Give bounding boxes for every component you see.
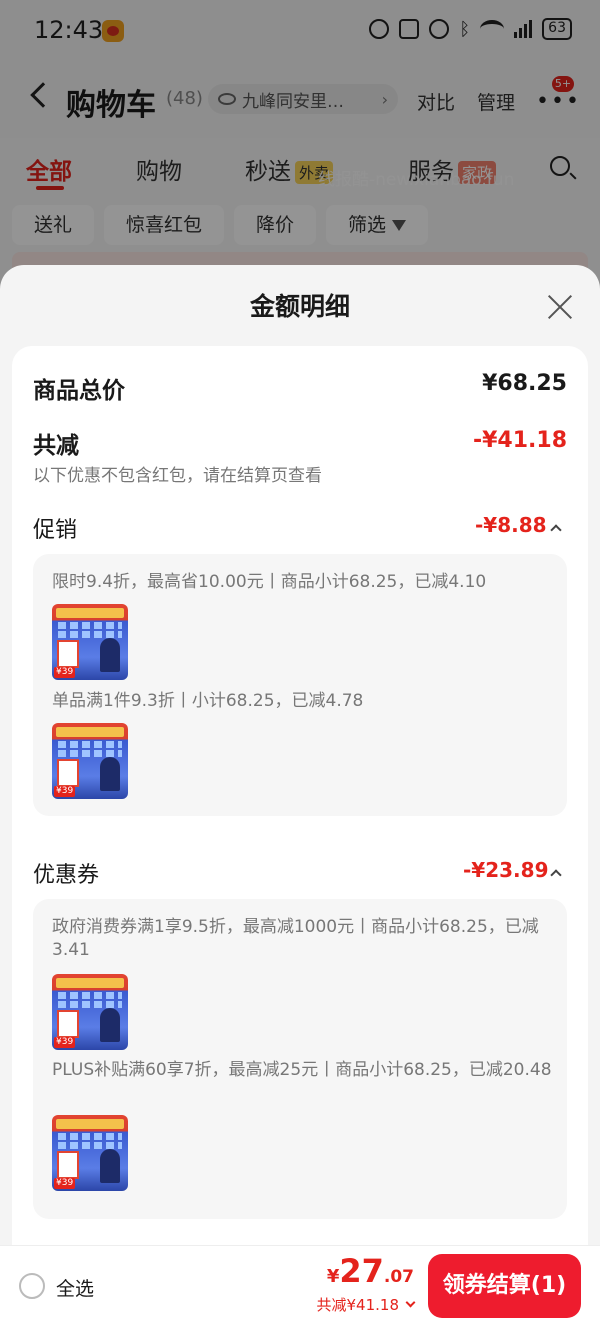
saved-toggle[interactable]: 共减¥41.18: [316, 1294, 416, 1315]
checkout-button[interactable]: 领券结算(1): [428, 1254, 581, 1318]
promo-value[interactable]: -¥8.88: [475, 513, 547, 537]
chevron-up-icon[interactable]: [550, 869, 562, 881]
total-price-value: ¥68.25: [482, 371, 567, 396]
coupon-label: 优惠券: [33, 863, 100, 888]
promo-details: 限时9.4折，最高省10.00元丨商品小计68.25，已减4.10 ¥39 单品…: [33, 554, 567, 816]
total-integer: 27: [339, 1252, 384, 1290]
discount-label: 共减: [33, 433, 79, 459]
coupon-detail-text: PLUS补贴满60享7折，最高减25元丨商品小计68.25，已减20.48: [52, 1060, 552, 1080]
price-detail-sheet: 金额明细 商品总价 ¥68.25 共减 -¥41.18 以下优惠不包含红包，请在…: [0, 265, 600, 1326]
discount-value: -¥41.18: [472, 428, 567, 453]
product-thumbnail[interactable]: ¥39: [52, 723, 128, 799]
price-detail-card: 商品总价 ¥68.25 共减 -¥41.18 以下优惠不包含红包，请在结算页查看…: [12, 346, 588, 1326]
thumb-price: ¥39: [54, 786, 76, 797]
saved-amount: 共减¥41.18: [316, 1296, 400, 1314]
promo-label: 促销: [33, 518, 78, 543]
select-all-radio[interactable]: [19, 1273, 45, 1299]
product-thumbnail[interactable]: ¥39: [52, 974, 128, 1050]
promo-detail-text: 单品满1件9.3折丨小计68.25，已减4.78: [52, 691, 364, 711]
coupon-value[interactable]: -¥23.89: [463, 858, 548, 882]
close-icon[interactable]: [546, 293, 574, 321]
coupon-detail-text: 政府消费券满1享9.5折，最高减1000元丨商品小计68.25，已减3.41: [52, 917, 539, 960]
select-all-label[interactable]: 全选: [56, 1274, 94, 1301]
discount-hint: 以下优惠不包含红包，请在结算页查看: [33, 466, 322, 486]
total-decimal: .07: [383, 1267, 414, 1287]
total-currency: ¥: [326, 1266, 340, 1287]
product-thumbnail[interactable]: ¥39: [52, 604, 128, 680]
thumb-price: ¥39: [54, 1037, 76, 1048]
total-amount: ¥27.07: [327, 1252, 414, 1290]
total-price-label: 商品总价: [33, 378, 125, 404]
thumb-price: ¥39: [54, 1178, 76, 1189]
sheet-title: 金额明细: [249, 292, 350, 321]
coupon-details: 政府消费券满1享9.5折，最高减1000元丨商品小计68.25，已减3.41 ¥…: [33, 899, 567, 1219]
product-thumbnail[interactable]: ¥39: [52, 1115, 128, 1191]
chevron-down-icon: [405, 1297, 416, 1308]
thumb-price: ¥39: [54, 667, 76, 678]
chevron-up-icon[interactable]: [550, 524, 562, 536]
promo-detail-text: 限时9.4折，最高省10.00元丨商品小计68.25，已减4.10: [52, 572, 487, 592]
checkout-bar: 全选 ¥27.07 共减¥41.18 领券结算(1): [0, 1245, 600, 1326]
